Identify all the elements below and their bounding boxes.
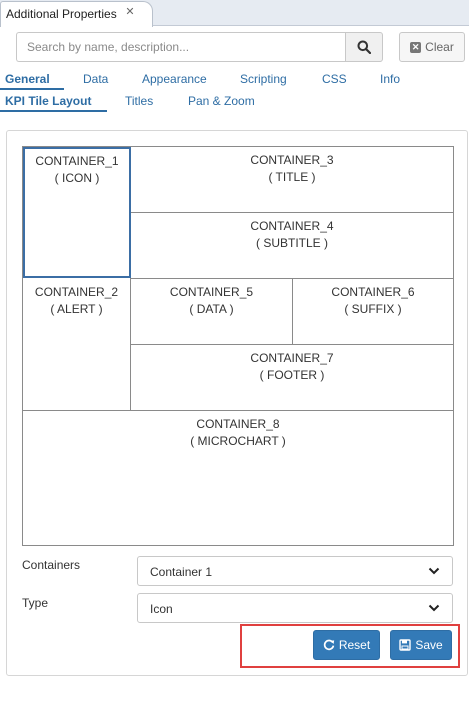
close-icon[interactable]: ✕ — [124, 6, 136, 18]
tab-titles[interactable]: Titles — [125, 94, 153, 108]
container-role: ( SUFFIX ) — [344, 302, 402, 316]
clear-button[interactable]: ✕ Clear — [399, 32, 465, 62]
tab-data[interactable]: Data — [83, 72, 108, 86]
kpi-tile-layout-grid: CONTAINER_3 ( TITLE ) CONTAINER_4 ( SUBT… — [22, 146, 454, 546]
save-button[interactable]: Save — [390, 630, 452, 660]
tab-general[interactable]: General — [5, 72, 50, 86]
container-3-cell[interactable]: CONTAINER_3 ( TITLE ) — [130, 147, 453, 213]
container-role: ( TITLE ) — [268, 170, 316, 184]
container-role: ( SUBTITLE ) — [255, 236, 328, 250]
container-role: ( FOOTER ) — [259, 368, 325, 382]
view-tab-bar: Additional Properties ✕ — [0, 0, 469, 27]
tab-css[interactable]: CSS — [322, 72, 347, 86]
clear-x-icon: ✕ — [410, 41, 422, 53]
chevron-down-icon — [428, 604, 440, 612]
container-7-cell[interactable]: CONTAINER_7 ( FOOTER ) — [130, 345, 453, 411]
container-name: CONTAINER_5 — [169, 285, 254, 299]
tab-scripting[interactable]: Scripting — [240, 72, 287, 86]
container-name: CONTAINER_7 — [250, 351, 334, 365]
view-tab-additional-properties[interactable]: Additional Properties ✕ — [0, 1, 153, 27]
tab-general-underline — [0, 88, 64, 90]
search-input[interactable] — [16, 32, 346, 62]
search-icon — [357, 40, 371, 54]
container-6-cell[interactable]: CONTAINER_6 ( SUFFIX ) — [292, 279, 453, 345]
containers-label: Containers — [22, 558, 81, 572]
container-name: CONTAINER_4 — [250, 219, 334, 233]
tab-pan-zoom[interactable]: Pan & Zoom — [188, 94, 255, 108]
tab-appearance[interactable]: Appearance — [142, 72, 207, 86]
container-name: CONTAINER_1 — [35, 154, 119, 168]
type-select-value: Icon — [150, 602, 173, 616]
search-button[interactable] — [345, 32, 383, 62]
container-4-cell[interactable]: CONTAINER_4 ( SUBTITLE ) — [130, 213, 453, 279]
container-name: CONTAINER_2 — [34, 285, 119, 299]
save-disk-icon — [399, 639, 412, 651]
reset-button[interactable]: Reset — [313, 630, 380, 660]
tab-kpi-tile-layout-underline — [0, 110, 107, 112]
containers-select-value: Container 1 — [150, 565, 213, 579]
container-role: ( ALERT ) — [50, 302, 103, 316]
tab-info[interactable]: Info — [380, 72, 400, 86]
container-1-cell[interactable]: CONTAINER_1 ( ICON ) — [23, 147, 131, 278]
containers-select[interactable]: Container 1 — [137, 556, 453, 586]
container-role: ( DATA ) — [189, 302, 234, 316]
container-name: CONTAINER_8 — [196, 417, 280, 431]
container-5-cell[interactable]: CONTAINER_5 ( DATA ) — [130, 279, 292, 345]
container-2-cell[interactable]: CONTAINER_2 ( ALERT ) — [23, 279, 130, 411]
clear-button-label: Clear — [425, 40, 454, 54]
container-8-cell[interactable]: CONTAINER_8 ( MICROCHART ) — [23, 411, 453, 545]
container-name: CONTAINER_3 — [250, 153, 334, 167]
type-label: Type — [22, 596, 49, 610]
container-role: ( ICON ) — [54, 171, 100, 185]
type-select[interactable]: Icon — [137, 593, 453, 623]
container-role: ( MICROCHART ) — [190, 434, 286, 448]
reset-button-label: Reset — [338, 638, 371, 652]
view-tab-title: Additional Properties — [6, 7, 117, 21]
chevron-down-icon — [428, 567, 440, 575]
container-name: CONTAINER_6 — [331, 285, 415, 299]
refresh-icon — [323, 639, 335, 651]
tab-kpi-tile-layout[interactable]: KPI Tile Layout — [5, 94, 91, 108]
save-button-label: Save — [415, 638, 443, 652]
